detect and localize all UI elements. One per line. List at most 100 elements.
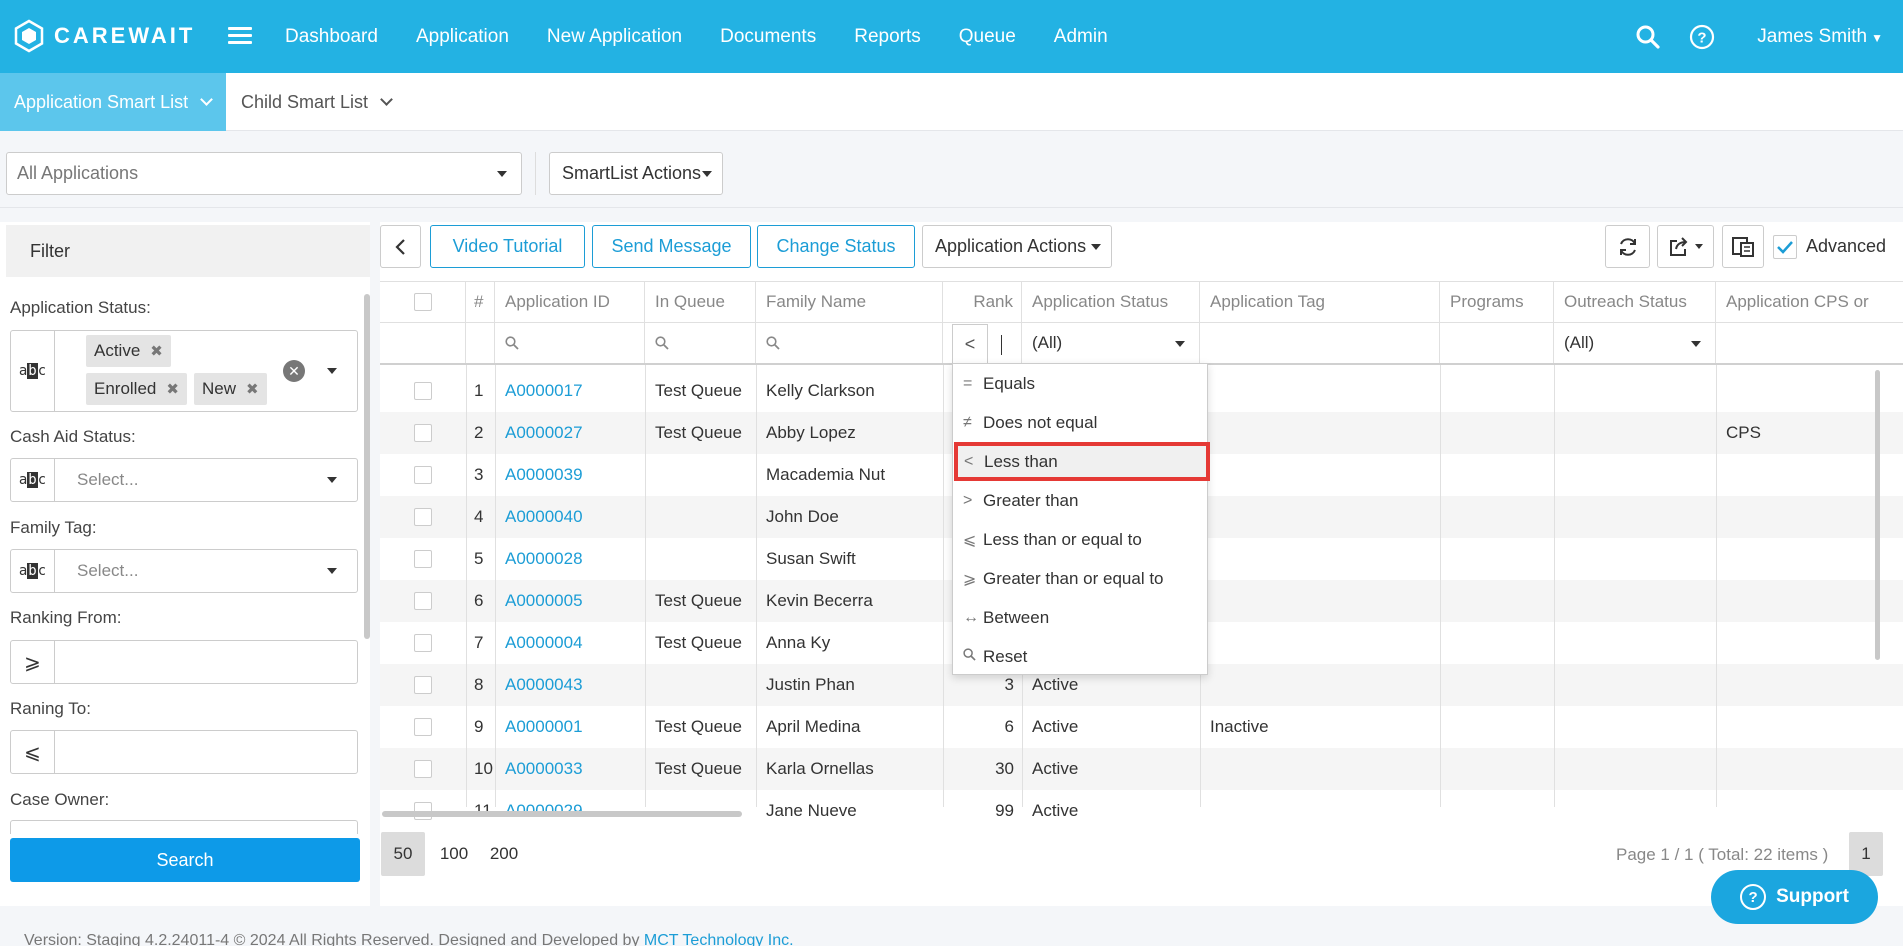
smartlist-actions-dropdown[interactable]: SmartList Actions (549, 152, 723, 195)
nav-admin[interactable]: Admin (1054, 26, 1108, 48)
rank-filter-operation-button[interactable]: < (952, 324, 988, 364)
row-checkbox[interactable] (414, 760, 432, 778)
table-row[interactable]: 10 A0000033 Test Queue Karla Ornellas 30 Acti… (380, 748, 1903, 790)
video-tutorial-button[interactable]: Video Tutorial (430, 225, 585, 268)
select-all-checkbox[interactable] (413, 293, 432, 311)
tab-application-smart-list[interactable]: Application Smart List (0, 73, 226, 131)
application-id-link[interactable]: A0000001 (495, 706, 645, 748)
menu-item-less-than[interactable]: < Less than (954, 442, 1210, 481)
filter-family-name[interactable] (756, 323, 943, 363)
col-application-tag[interactable]: Application Tag (1200, 282, 1440, 322)
row-checkbox[interactable] (414, 424, 432, 442)
user-name: James Smith (1757, 25, 1868, 47)
application-id-link[interactable]: A0000043 (495, 664, 645, 706)
application-id-link[interactable]: A0000039 (495, 454, 645, 496)
row-checkbox[interactable] (414, 718, 432, 736)
menu-item-less-than-or-equal[interactable]: ⩽ Less than or equal to (953, 520, 1209, 559)
nav-documents[interactable]: Documents (720, 26, 816, 48)
change-status-button[interactable]: Change Status (757, 225, 915, 268)
col-in-queue[interactable]: In Queue (645, 282, 756, 322)
case-owner-select[interactable] (10, 820, 358, 834)
nav-reports[interactable]: Reports (854, 26, 921, 48)
col-rank[interactable]: Rank (943, 282, 1022, 322)
row-checkbox[interactable] (414, 592, 432, 610)
filter-application-tag[interactable] (1200, 323, 1440, 363)
application-id-link[interactable]: A0000027 (495, 412, 645, 454)
grid-horizontal-scrollbar[interactable] (382, 811, 742, 817)
col-application-status[interactable]: Application Status (1022, 282, 1200, 322)
status-tag-new[interactable]: New ✖ (194, 373, 267, 405)
row-checkbox[interactable] (414, 382, 432, 400)
column-chooser-button[interactable] (1722, 225, 1764, 268)
export-dropdown-button[interactable] (1657, 225, 1714, 268)
filter-outreach-status[interactable]: (All) (1554, 323, 1716, 363)
status-tag-active[interactable]: Active ✖ (86, 335, 171, 367)
help-icon[interactable]: ? (1689, 24, 1715, 50)
nav-queue[interactable]: Queue (959, 26, 1016, 48)
col-family-name[interactable]: Family Name (756, 282, 943, 322)
family-tag-select[interactable]: abc Select... (10, 549, 358, 593)
collapse-filter-button[interactable] (380, 225, 421, 268)
remove-tag-icon[interactable]: ✖ (246, 380, 259, 398)
ranking-from-input[interactable]: ⩾ (10, 640, 358, 684)
filter-application-status[interactable]: (All) (1022, 323, 1200, 363)
menu-item-equals[interactable]: = Equals (953, 364, 1209, 403)
col-outreach-status[interactable]: Outreach Status (1554, 282, 1716, 322)
refresh-button[interactable] (1605, 225, 1650, 268)
application-id-link[interactable]: A0000004 (495, 622, 645, 664)
user-menu[interactable]: James Smith ▼ (1757, 26, 1883, 48)
row-checkbox[interactable] (414, 676, 432, 694)
grid-vertical-scrollbar[interactable] (1875, 370, 1880, 660)
search-icon[interactable] (1635, 24, 1661, 50)
application-id-link[interactable]: A0000028 (495, 538, 645, 580)
clear-selection-icon[interactable]: ✕ (283, 360, 305, 382)
page-size-50[interactable]: 50 (381, 832, 425, 876)
less-equal-icon[interactable]: ⩽ (11, 731, 55, 773)
smartlist-select[interactable]: All Applications (6, 152, 522, 195)
filter-application-id[interactable] (495, 323, 645, 363)
remove-tag-icon[interactable]: ✖ (150, 342, 163, 360)
page-size-200[interactable]: 200 (482, 832, 526, 876)
menu-icon[interactable] (228, 24, 252, 48)
col-number[interactable]: # (466, 282, 495, 322)
remove-tag-icon[interactable]: ✖ (166, 380, 179, 398)
col-application-cps[interactable]: Application CPS or (1716, 282, 1903, 322)
menu-item-between[interactable]: ↔ Between (953, 598, 1209, 637)
menu-item-greater-than[interactable]: > Greater than (953, 481, 1209, 520)
status-tag-enrolled[interactable]: Enrolled ✖ (86, 373, 187, 405)
footer-company-link[interactable]: MCT Technology Inc. (644, 932, 794, 946)
nav-new-application[interactable]: New Application (547, 26, 682, 48)
filter-application-cps[interactable] (1716, 323, 1903, 363)
application-id-link[interactable]: A0000033 (495, 748, 645, 790)
application-id-link[interactable]: A0000040 (495, 496, 645, 538)
filter-in-queue[interactable] (645, 323, 756, 363)
search-button[interactable]: Search (10, 838, 360, 882)
application-status-select[interactable]: abc Active ✖ Enrolled ✖ New ✖ ✕ (10, 330, 358, 412)
menu-item-greater-than-or-equal[interactable]: ⩾ Greater than or equal to (953, 559, 1209, 598)
col-application-id[interactable]: Application ID (495, 282, 645, 322)
filter-scrollbar[interactable] (364, 294, 370, 639)
advanced-checkbox[interactable] (1773, 235, 1797, 259)
row-checkbox[interactable] (414, 634, 432, 652)
application-actions-dropdown[interactable]: Application Actions (922, 225, 1112, 268)
send-message-button[interactable]: Send Message (592, 225, 751, 268)
carewait-logo[interactable]: CAREWAIT (12, 19, 195, 53)
filter-programs[interactable] (1440, 323, 1554, 363)
tab-child-smart-list[interactable]: Child Smart List (241, 73, 393, 131)
greater-equal-icon[interactable]: ⩾ (11, 641, 55, 683)
support-button[interactable]: ? Support (1711, 870, 1878, 924)
col-programs[interactable]: Programs (1440, 282, 1554, 322)
cash-aid-status-select[interactable]: abc Select... (10, 458, 358, 502)
application-id-link[interactable]: A0000017 (495, 370, 645, 412)
table-row[interactable]: 9 A0000001 Test Queue April Medina 6 Active In… (380, 706, 1903, 748)
row-checkbox[interactable] (414, 466, 432, 484)
ranking-to-input[interactable]: ⩽ (10, 730, 358, 774)
page-size-100[interactable]: 100 (432, 832, 476, 876)
nav-application[interactable]: Application (416, 26, 509, 48)
menu-item-does-not-equal[interactable]: ≠ Does not equal (953, 403, 1209, 442)
row-checkbox[interactable] (414, 550, 432, 568)
nav-dashboard[interactable]: Dashboard (285, 26, 378, 48)
row-checkbox[interactable] (414, 508, 432, 526)
application-id-link[interactable]: A0000005 (495, 580, 645, 622)
menu-item-reset[interactable]: Reset (953, 637, 1209, 676)
